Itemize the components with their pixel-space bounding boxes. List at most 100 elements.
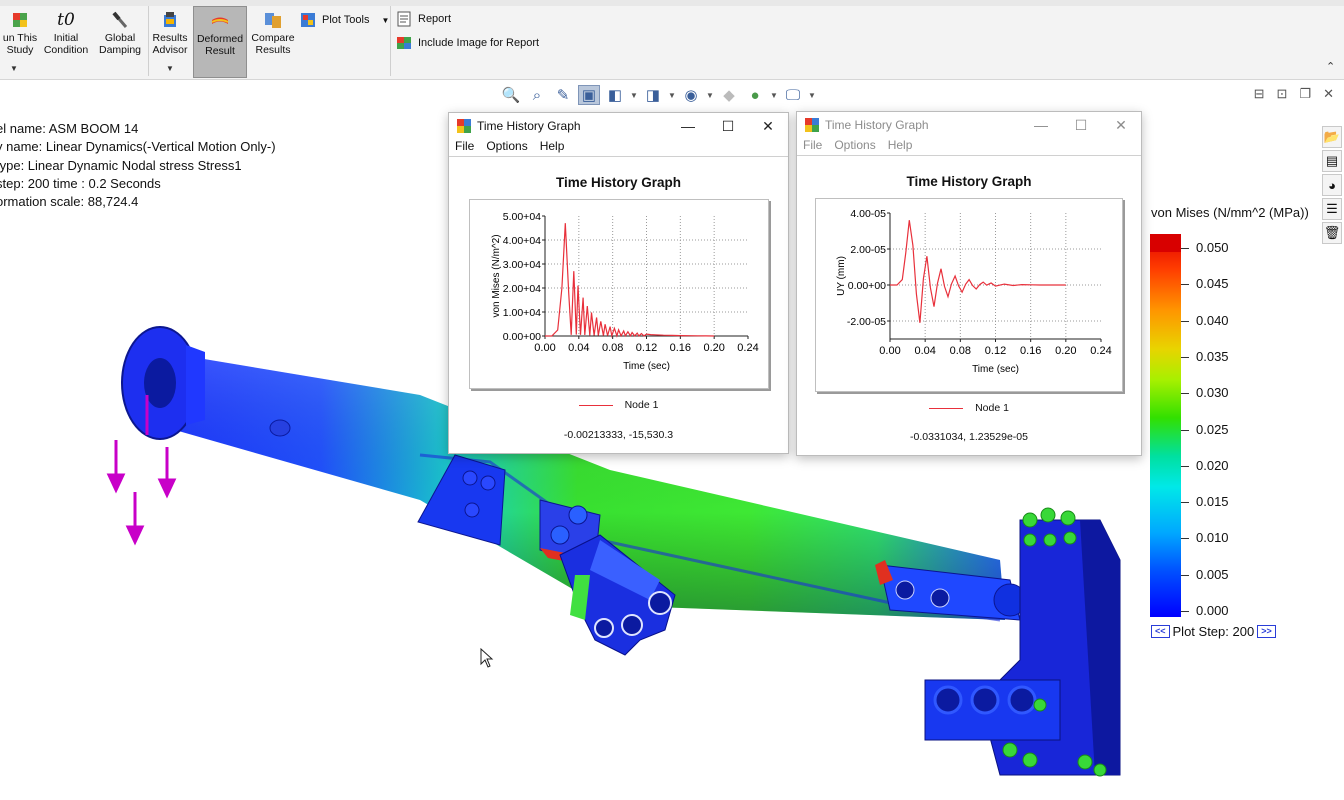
- y-tick-label: 2.00-05: [850, 244, 886, 256]
- color-legend-tick: [1181, 429, 1189, 431]
- color-legend-tick: [1181, 393, 1189, 395]
- color-legend-value: 0.010: [1196, 530, 1229, 546]
- time-history-graph-window-2[interactable]: Time History Graph — ☐ ✕ File Options He…: [796, 111, 1142, 456]
- x-tick-label: 0.24: [1090, 345, 1111, 357]
- color-legend-tick: [1181, 284, 1189, 286]
- close-icon[interactable]: ✕: [1101, 117, 1141, 134]
- cursor-coordinates: -0.00213333, -15,530.3: [563, 429, 674, 441]
- color-legend-value: 0.050: [1196, 240, 1229, 255]
- x-tick-label: 0.12: [636, 342, 657, 354]
- color-legend-tick: [1181, 538, 1189, 540]
- x-tick-label: 0.00: [534, 342, 555, 354]
- y-tick-label: 4.00+04: [503, 235, 541, 247]
- time-history-app-icon: [457, 119, 471, 133]
- x-axis-label: Time (sec): [972, 364, 1019, 375]
- next-step-button[interactable]: >>: [1257, 625, 1276, 638]
- color-legend-tick: [1181, 248, 1189, 249]
- x-tick-label: 0.20: [703, 342, 724, 354]
- x-tick-label: 0.16: [1020, 345, 1041, 357]
- plot-step-text: step: 200 time : 0.2 Seconds: [0, 175, 161, 191]
- x-axis-label: Time (sec): [623, 361, 670, 372]
- minimize-icon[interactable]: —: [668, 118, 708, 134]
- color-legend-bar: [1150, 234, 1181, 617]
- uy-time-history-chart: 0.00 0.04 0.08 0.12 0.16 0.20 0.24 4.00-05 2.00-…: [836, 208, 1112, 375]
- legend-label: Node 1: [975, 402, 1009, 414]
- series-line-node-1: [890, 220, 1066, 323]
- color-legend-tick: [1181, 356, 1189, 358]
- left-flange: [121, 326, 205, 440]
- y-axis-label: UY (mm): [836, 256, 847, 296]
- color-legend-value: 0.045: [1196, 276, 1229, 292]
- window-title: Time History Graph: [825, 118, 929, 132]
- study-info-annotation: el name: ASM BOOM 14 y name: Linear Dyna…: [0, 120, 276, 211]
- x-tick-label: 0.04: [914, 345, 935, 357]
- graph-legend: Node 1: [449, 399, 788, 411]
- color-legend-title: von Mises (N/mm^2 (MPa)): [1151, 205, 1309, 220]
- menu-help[interactable]: Help: [888, 138, 913, 155]
- y-tick-label: 5.00+04: [503, 211, 541, 223]
- maximize-icon[interactable]: ☐: [1061, 117, 1101, 134]
- legend-line-swatch: [929, 407, 964, 409]
- menu-options[interactable]: Options: [834, 138, 875, 155]
- y-tick-label: 2.00+04: [503, 283, 541, 295]
- study-name-text: y name: Linear Dynamics(-Vertical Motion…: [0, 139, 276, 155]
- x-tick-label: 0.12: [985, 345, 1006, 357]
- graph-frame: 0.00 0.04 0.08 0.12 0.16 0.20 0.24 4.00-05 2.00-…: [815, 198, 1123, 392]
- x-tick-label: 0.04: [568, 342, 589, 354]
- legend-label: Node 1: [624, 399, 659, 411]
- menu-help[interactable]: Help: [540, 139, 565, 156]
- model-name-text: el name: ASM BOOM 14: [0, 121, 139, 136]
- color-legend-tick: [1181, 465, 1189, 467]
- color-legend-value: 0.000: [1196, 603, 1229, 618]
- time-history-app-icon: [805, 118, 819, 132]
- cursor-coordinates: -0.0331034, 1.23529e-05: [910, 431, 1028, 443]
- color-legend-value: 0.020: [1196, 457, 1229, 473]
- color-legend-value: 0.030: [1196, 385, 1229, 401]
- y-tick-label: 1.00+04: [503, 307, 541, 319]
- plot-step-control: << Plot Step: 200 >>: [1151, 624, 1276, 639]
- color-legend-tick: [1181, 574, 1189, 576]
- color-legend-value: 0.040: [1196, 312, 1229, 328]
- graph-legend: Node 1: [797, 402, 1141, 414]
- maximize-icon[interactable]: ☐: [708, 118, 748, 135]
- x-tick-label: 0.08: [950, 345, 971, 357]
- time-history-graph-window-1[interactable]: Time History Graph — ☐ ✕ File Options He…: [448, 112, 789, 454]
- legend-line-swatch: [578, 404, 613, 406]
- menu-options[interactable]: Options: [486, 139, 527, 156]
- x-tick-label: 0.00: [879, 345, 900, 357]
- color-legend-tick: [1181, 502, 1189, 504]
- y-tick-label: 0.00+00: [848, 280, 886, 292]
- von-mises-time-history-chart: 0.00 0.04 0.08 0.12 0.16 0.20 0.24 0.00+00 1.00+…: [491, 211, 759, 372]
- window-title-bar[interactable]: Time History Graph — ☐ ✕: [449, 113, 788, 139]
- graph-client-area: Time History Graph 0.00 0.04 0.08 0.12 0.16 0…: [449, 159, 788, 453]
- close-icon[interactable]: ✕: [748, 118, 788, 135]
- color-legend-tick: [1181, 320, 1189, 322]
- graph-client-area: Time History Graph 0.00 0.04 0.08 0.12 0.16 0…: [797, 158, 1141, 455]
- plot-type-text: type: Linear Dynamic Nodal stress Stress…: [0, 157, 242, 173]
- window-title: Time History Graph: [477, 119, 581, 133]
- color-legend-tick: [1181, 611, 1189, 612]
- color-legend-value: 0.035: [1196, 348, 1229, 364]
- color-legend-value: 0.005: [1196, 566, 1229, 582]
- x-tick-label: 0.20: [1055, 345, 1076, 357]
- menu-bar: File Options Help: [449, 139, 788, 157]
- deformation-scale-text: ormation scale: 88,724.4: [0, 194, 139, 210]
- plot-step-label: Plot Step: 200: [1172, 624, 1255, 639]
- previous-step-button[interactable]: <<: [1151, 625, 1170, 638]
- color-legend-value: 0.025: [1196, 421, 1229, 437]
- graph-frame: 0.00 0.04 0.08 0.12 0.16 0.20 0.24 0.00+00 1.00+…: [469, 199, 769, 389]
- graph-heading: Time History Graph: [555, 175, 682, 190]
- y-tick-label: 3.00+04: [503, 259, 541, 271]
- window-title-bar[interactable]: Time History Graph — ☐ ✕: [797, 112, 1141, 138]
- menu-file[interactable]: File: [455, 139, 474, 156]
- graph-heading: Time History Graph: [906, 174, 1032, 189]
- x-tick-label: 0.16: [670, 342, 691, 354]
- y-axis-label: von Mises (N/m^2): [491, 234, 502, 317]
- menu-bar: File Options Help: [797, 138, 1141, 156]
- y-tick-label: 4.00-05: [850, 208, 886, 220]
- x-tick-label: 0.08: [602, 342, 623, 354]
- minimize-icon[interactable]: —: [1021, 117, 1061, 133]
- color-legend-value: 0.015: [1196, 494, 1229, 510]
- x-tick-label: 0.24: [737, 342, 758, 354]
- menu-file[interactable]: File: [803, 138, 822, 155]
